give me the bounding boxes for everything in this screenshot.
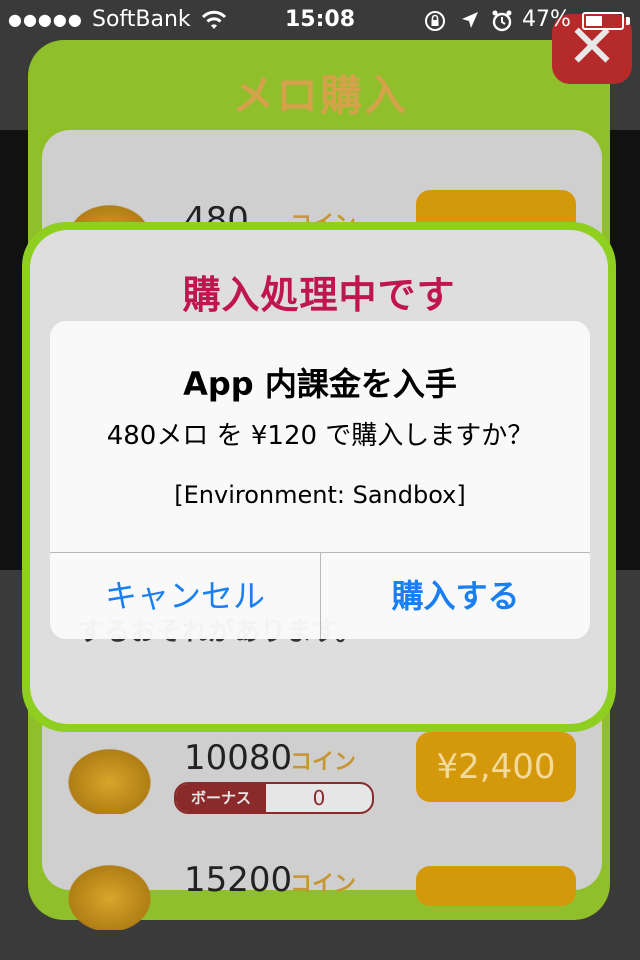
bonus-label: ボーナス [176, 784, 266, 812]
item-unit: コイン [290, 872, 357, 897]
bonus-bar: ボーナス 0 [174, 782, 374, 814]
shop-item: 15200 コイン [62, 860, 582, 950]
purchase-button[interactable]: 購入する [321, 553, 590, 639]
rotation-lock-icon [425, 11, 445, 31]
price-button[interactable] [416, 866, 576, 906]
item-amount: 10080 [184, 738, 293, 778]
location-arrow-icon [462, 12, 478, 28]
status-bar: ●●●●● SoftBank 15:08 47% [0, 0, 640, 40]
purchase-alert: App 内課金を入手 480メロ を ¥120 で購入しますか？ [Enviro… [50, 321, 590, 639]
coin-icon [62, 744, 157, 814]
battery-tip [626, 17, 630, 25]
shop-title: メロ購入 [231, 71, 408, 120]
alarm-icon [492, 10, 512, 32]
processing-title: 購入処理中です [182, 273, 456, 317]
alert-message: 480メロ を ¥120 で購入しますか？ [106, 421, 534, 451]
coin-icon [62, 860, 157, 930]
cancel-button[interactable]: キャンセル [50, 553, 320, 639]
alert-environment: [Environment: Sandbox] [174, 481, 466, 509]
battery-percent: 47% [522, 7, 571, 32]
alert-title: App 内課金を入手 [183, 365, 457, 403]
item-unit: コイン [290, 750, 357, 775]
item-amount: 15200 [184, 860, 293, 900]
battery-level [586, 16, 602, 26]
shop-item: 10080 コイン ボーナス 0 ¥2,400 [62, 732, 582, 828]
price-button[interactable]: ¥2,400 [416, 732, 576, 802]
bonus-value: 0 [312, 786, 326, 810]
battery-icon [582, 12, 624, 30]
